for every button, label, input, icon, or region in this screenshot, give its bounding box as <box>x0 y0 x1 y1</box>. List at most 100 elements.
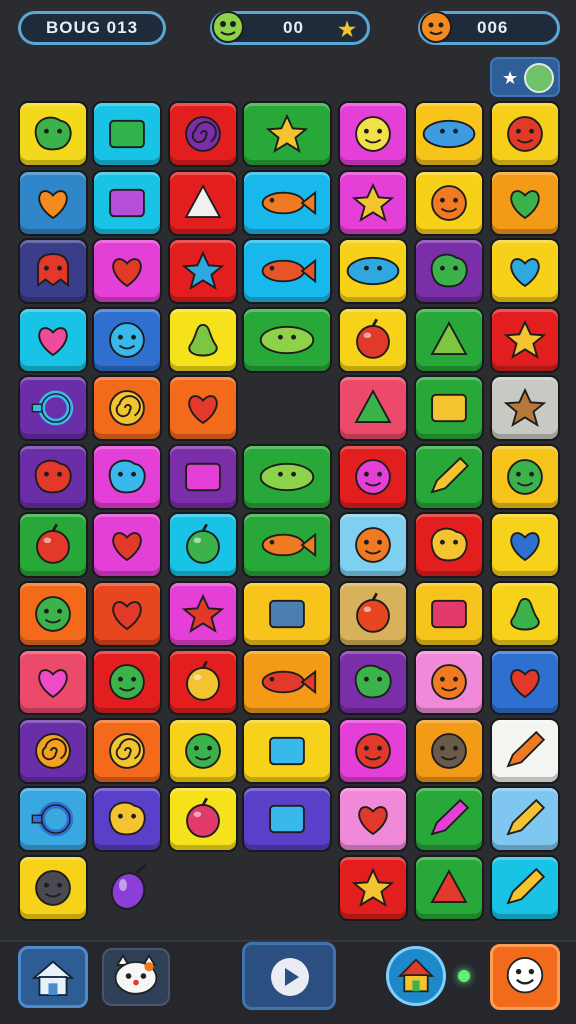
game-tile[interactable] <box>168 786 238 852</box>
game-tile[interactable] <box>242 581 332 647</box>
game-tile[interactable] <box>92 375 162 441</box>
game-tile[interactable] <box>338 855 408 921</box>
red-heart-icon <box>358 806 388 836</box>
shop-button[interactable] <box>386 946 446 1006</box>
game-tile[interactable] <box>490 649 560 715</box>
game-tile[interactable] <box>18 375 88 441</box>
game-tile[interactable] <box>92 718 162 784</box>
game-tile[interactable] <box>168 375 238 441</box>
game-tile[interactable] <box>168 101 238 167</box>
game-tile[interactable] <box>168 718 238 784</box>
game-tile[interactable] <box>414 786 484 852</box>
game-tile[interactable] <box>338 444 408 510</box>
game-tile[interactable] <box>338 101 408 167</box>
game-tile[interactable] <box>18 786 88 852</box>
game-tile[interactable] <box>242 649 332 715</box>
cactus-icon <box>510 598 540 631</box>
orange-swirl-icon <box>35 733 71 769</box>
game-tile[interactable] <box>18 581 88 647</box>
plum-icon <box>186 797 220 838</box>
game-tile[interactable] <box>18 444 88 510</box>
game-tile[interactable] <box>242 170 332 236</box>
game-tile[interactable] <box>242 718 332 784</box>
game-tile[interactable] <box>242 307 332 373</box>
game-tile[interactable] <box>414 855 484 921</box>
game-tile[interactable] <box>92 307 162 373</box>
game-tile[interactable] <box>490 718 560 784</box>
game-tile[interactable] <box>168 512 238 578</box>
game-tile[interactable] <box>242 444 332 510</box>
game-tile[interactable] <box>338 170 408 236</box>
game-tile[interactable] <box>168 238 238 304</box>
game-tile[interactable] <box>168 581 238 647</box>
game-tile[interactable] <box>338 649 408 715</box>
bear-face-icon <box>431 185 467 221</box>
game-tile[interactable] <box>490 855 560 921</box>
pet-button[interactable] <box>102 948 170 1006</box>
lime-icon <box>186 523 220 564</box>
game-tile[interactable] <box>338 718 408 784</box>
game-tile[interactable] <box>490 512 560 578</box>
game-tile[interactable] <box>168 170 238 236</box>
game-tile[interactable] <box>414 101 484 167</box>
orange-face-icon <box>355 527 391 563</box>
game-tile[interactable] <box>92 238 162 304</box>
game-tile[interactable] <box>414 649 484 715</box>
game-tile[interactable] <box>92 786 162 852</box>
emote-button[interactable] <box>490 944 560 1010</box>
home-button[interactable] <box>18 946 88 1008</box>
game-tile[interactable] <box>414 581 484 647</box>
game-tile[interactable] <box>92 649 162 715</box>
game-tile[interactable] <box>242 512 332 578</box>
game-tile[interactable] <box>338 512 408 578</box>
play-button[interactable] <box>242 942 336 1010</box>
game-tile[interactable] <box>168 444 238 510</box>
game-tile[interactable] <box>18 101 88 167</box>
game-tile[interactable] <box>92 444 162 510</box>
game-tile[interactable] <box>242 238 332 304</box>
game-tile[interactable] <box>18 649 88 715</box>
game-tile[interactable] <box>18 170 88 236</box>
game-tile[interactable] <box>414 238 484 304</box>
game-tile[interactable] <box>414 375 484 441</box>
game-tile[interactable] <box>490 238 560 304</box>
game-tile[interactable] <box>490 101 560 167</box>
game-tile[interactable] <box>414 170 484 236</box>
orange-fish-icon <box>261 532 317 558</box>
game-tile[interactable] <box>18 855 88 921</box>
game-tile[interactable] <box>168 649 238 715</box>
game-tile[interactable] <box>338 581 408 647</box>
game-tile[interactable] <box>490 581 560 647</box>
game-tile[interactable] <box>490 170 560 236</box>
game-tile[interactable] <box>414 307 484 373</box>
game-tile[interactable] <box>490 444 560 510</box>
dish-icon <box>422 119 476 149</box>
game-tile[interactable] <box>414 512 484 578</box>
pencil-icon <box>506 867 546 905</box>
game-tile[interactable] <box>168 307 238 373</box>
game-tile[interactable] <box>338 307 408 373</box>
game-tile[interactable] <box>18 307 88 373</box>
game-tile[interactable] <box>18 718 88 784</box>
game-tile[interactable] <box>242 101 332 167</box>
game-tile[interactable] <box>338 786 408 852</box>
leaf-icon <box>430 321 468 356</box>
game-tile[interactable] <box>18 238 88 304</box>
game-tile[interactable] <box>338 238 408 304</box>
loose-item[interactable] <box>100 855 160 921</box>
game-tile[interactable] <box>414 444 484 510</box>
game-tile[interactable] <box>490 786 560 852</box>
game-tile[interactable] <box>490 375 560 441</box>
game-tile[interactable] <box>92 581 162 647</box>
game-tile[interactable] <box>18 512 88 578</box>
game-tile[interactable] <box>92 512 162 578</box>
game-tile[interactable] <box>338 375 408 441</box>
blue-splash-icon <box>181 250 225 290</box>
red-creature-icon <box>507 116 543 152</box>
game-tile[interactable] <box>414 718 484 784</box>
game-tile[interactable] <box>490 307 560 373</box>
game-tile[interactable] <box>92 101 162 167</box>
game-tile[interactable] <box>92 170 162 236</box>
game-tile[interactable] <box>242 786 332 852</box>
magnifier-icon <box>31 390 74 426</box>
